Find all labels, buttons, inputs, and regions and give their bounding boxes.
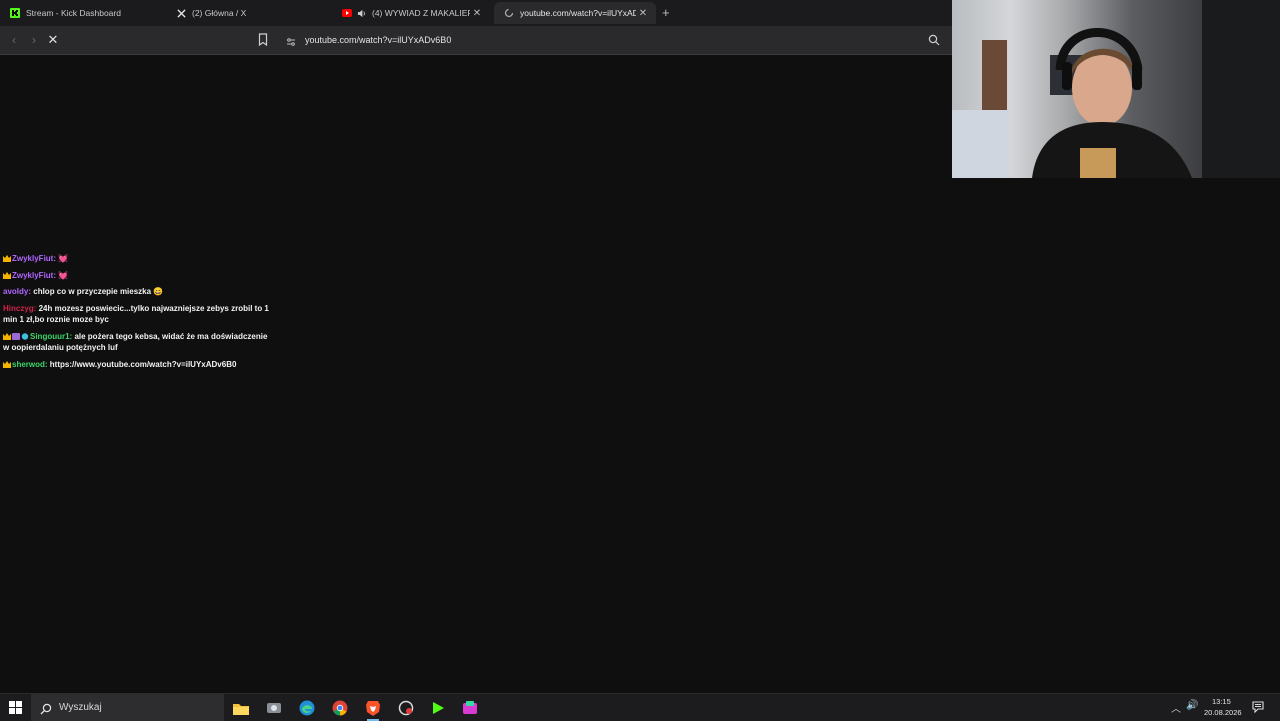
chat-username[interactable]: Singouur1:	[30, 332, 72, 341]
chat-username[interactable]: ZwyklyFiut:	[12, 254, 56, 263]
windows-start-icon[interactable]	[9, 701, 22, 714]
close-icon[interactable]: ✕	[470, 8, 484, 19]
loading-icon	[504, 8, 514, 18]
heart-icon: 💓	[58, 270, 69, 280]
notification-icon[interactable]	[1252, 700, 1264, 714]
close-icon[interactable]: ✕	[636, 8, 650, 19]
bookmark-icon[interactable]	[258, 33, 268, 47]
kick-app-icon[interactable]	[429, 699, 447, 717]
sub-badge-icon	[12, 332, 20, 340]
chat-message: Singouur1: ale pożera tego kebsa, widać …	[3, 331, 273, 354]
clock-date[interactable]: 20.08.2026	[1204, 708, 1242, 717]
tab-title: Stream - Kick Dashboard	[26, 8, 121, 18]
screenshot-tool-icon[interactable]	[265, 699, 283, 717]
kick-icon	[10, 8, 20, 18]
back-icon[interactable]: ‹	[6, 32, 22, 48]
search-placeholder: Wyszukaj	[59, 702, 102, 713]
url-field[interactable]: youtube.com/watch?v=ilUYxADv6B0	[305, 35, 451, 45]
heart-icon: 💓	[58, 254, 69, 263]
tab-title: youtube.com/watch?v=ilUYxADv	[520, 8, 636, 18]
crown-icon	[3, 254, 11, 262]
chat-message: ZwyklyFiut: 💓	[3, 253, 273, 265]
chat-username[interactable]: avoldy:	[3, 287, 31, 296]
stop-loading-icon[interactable]: ✕	[45, 32, 61, 48]
tab-title: (2) Główna / X	[192, 8, 247, 18]
chat-username[interactable]: ZwyklyFiut:	[12, 271, 56, 280]
chat-text: chlop co w przyczepie mieszka	[33, 287, 152, 296]
streaming-app-icon[interactable]	[461, 699, 479, 717]
crown-icon	[3, 360, 11, 368]
chat-message: avoldy: chlop co w przyczepie mieszka 😄	[3, 286, 273, 298]
chat-text: 24h mozesz poswiecic...tylko najwazniejs…	[3, 303, 269, 325]
crown-icon	[3, 271, 11, 279]
speaker-icon[interactable]	[356, 8, 366, 18]
chat-username[interactable]: Hinczyg:	[3, 304, 36, 313]
site-info-icon[interactable]	[286, 34, 296, 46]
brave-icon[interactable]	[364, 699, 382, 721]
tab-title: (4) WYWIAD Z MAKALIEREM	[372, 8, 470, 18]
new-tab-button[interactable]: +	[662, 5, 670, 20]
chat-username[interactable]: sherwod:	[12, 360, 48, 369]
search-icon	[40, 702, 52, 714]
chat-message: ZwyklyFiut: 💓	[3, 270, 273, 282]
forward-icon[interactable]: ›	[26, 32, 42, 48]
youtube-icon	[342, 8, 352, 18]
volume-icon[interactable]: 🔊	[1186, 700, 1198, 711]
file-explorer-icon[interactable]	[232, 699, 250, 717]
tab-youtube-wywiad[interactable]: (4) WYWIAD Z MAKALIEREM ✕	[332, 2, 490, 24]
media-icon[interactable]	[397, 699, 415, 717]
chevron-up-icon[interactable]: ︿	[1171, 700, 1181, 715]
webcam-overlay	[952, 0, 1280, 178]
tab-x-home[interactable]: (2) Główna / X	[166, 2, 326, 24]
chat-overlay: ZwyklyFiut: 💓 ZwyklyFiut: 💓 avoldy: chlo…	[3, 253, 273, 375]
edge-icon[interactable]	[298, 699, 316, 717]
search-icon[interactable]	[928, 33, 940, 46]
gem-icon	[21, 332, 29, 340]
tab-kick-dashboard[interactable]: Stream - Kick Dashboard	[0, 2, 160, 24]
chat-message: sherwod: https://www.youtube.com/watch?v…	[3, 359, 273, 371]
clock-time[interactable]: 13:15	[1212, 697, 1231, 706]
emoji-icon: 😄	[153, 287, 164, 296]
crown-icon	[3, 332, 11, 340]
chat-message: Hinczyg: 24h mozesz poswiecic...tylko na…	[3, 303, 273, 326]
chat-link[interactable]: https://www.youtube.com/watch?v=ilUYxADv…	[50, 360, 237, 369]
tab-youtube-loading[interactable]: youtube.com/watch?v=ilUYxADv ✕	[494, 2, 656, 24]
taskbar: Wyszukaj ︿ 🔊 13:15 20.08.2026	[0, 693, 1280, 721]
x-icon	[176, 8, 186, 18]
taskbar-search-box[interactable]: Wyszukaj	[31, 694, 224, 721]
chrome-icon[interactable]	[331, 699, 349, 717]
